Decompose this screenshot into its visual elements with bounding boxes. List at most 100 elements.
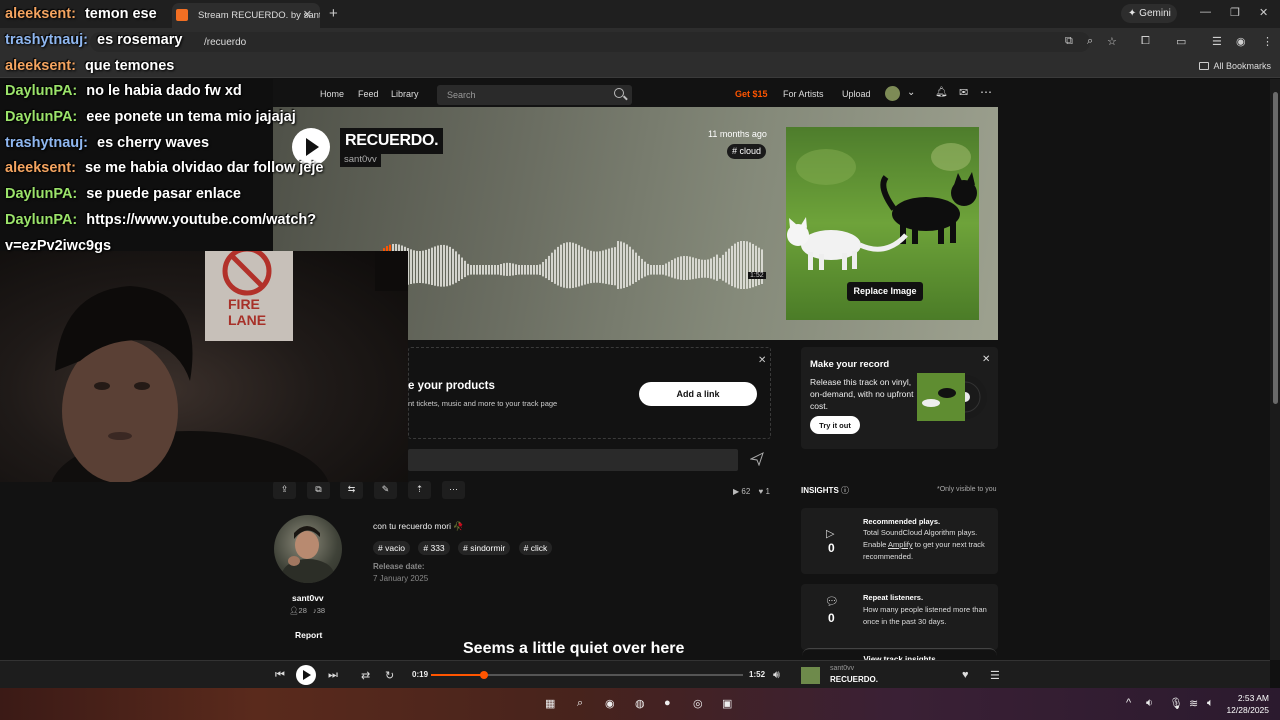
player-play-button[interactable] xyxy=(296,665,316,685)
search-input[interactable]: Search xyxy=(437,85,632,105)
track-artist[interactable]: sant0vv xyxy=(340,153,381,167)
progress-track[interactable] xyxy=(431,671,743,679)
close-window-icon[interactable]: ✕ xyxy=(1259,6,1268,19)
share-icon[interactable]: ⇪ xyxy=(273,481,296,499)
profile-icon[interactable]: ◉ xyxy=(1236,35,1246,48)
wifi-icon[interactable]: ≋ xyxy=(1189,697,1198,710)
waveform-bar xyxy=(542,261,544,277)
nav-home[interactable]: Home xyxy=(320,89,344,99)
tray-chevron-icon[interactable]: ^ xyxy=(1126,697,1131,709)
like-heart-icon[interactable]: ♥ xyxy=(962,669,969,681)
zoom-icon[interactable]: ⌕ xyxy=(1087,35,1093,48)
webcam-overlay: FIRE LANE xyxy=(0,251,408,482)
now-playing-title[interactable]: RECUERDO. xyxy=(830,675,878,684)
volume-tray-icon[interactable]: 🔈︎ xyxy=(1207,697,1214,710)
messages-icon[interactable]: ✉ xyxy=(959,86,968,99)
amplify-link[interactable]: Amplify xyxy=(888,540,913,549)
discord-icon[interactable]: ◍ xyxy=(635,697,645,710)
gemini-button[interactable]: ✦ Gemini xyxy=(1121,4,1177,23)
svg-text:LANE: LANE xyxy=(228,312,266,328)
genre-tag[interactable]: # cloud xyxy=(727,144,767,159)
edit-icon[interactable]: ✎ xyxy=(374,481,397,499)
waveform-bar xyxy=(476,265,478,275)
bookmark-star-icon[interactable]: ☆ xyxy=(1107,35,1117,48)
notifications-bell-icon[interactable]: 🔔︎ xyxy=(935,87,948,98)
progress-knob[interactable] xyxy=(480,671,489,679)
media-control-icon[interactable]: ☰ xyxy=(1212,35,1222,48)
tag-vacio[interactable]: # vacio xyxy=(373,541,410,555)
more-actions-icon[interactable]: ⋯ xyxy=(442,481,465,499)
tracks-count[interactable]: 38 xyxy=(317,606,325,615)
browser-menu-icon[interactable]: ⋮ xyxy=(1262,35,1273,48)
now-playing-artist[interactable]: sant0vv xyxy=(830,665,854,672)
minimize-icon[interactable]: — xyxy=(1200,6,1211,18)
amplify-icon[interactable]: ⇡ xyxy=(408,481,431,499)
for-artists-link[interactable]: For Artists xyxy=(783,89,824,99)
copy-link-icon[interactable]: ⧉ xyxy=(307,481,330,499)
more-menu-icon[interactable]: ⋯ xyxy=(980,85,992,99)
close-tab-icon[interactable]: ✕ xyxy=(303,8,312,21)
waveform-bar xyxy=(449,246,451,286)
install-app-icon[interactable]: ⧉ xyxy=(1065,35,1073,48)
upload-link[interactable]: Upload xyxy=(842,89,871,99)
spotify-icon[interactable]: ● xyxy=(664,697,671,709)
active-tab[interactable]: Stream RECUERDO. by sant0vv ✕ xyxy=(172,3,320,28)
volume-icon[interactable]: 🔊︎ xyxy=(773,669,780,682)
search-icon[interactable] xyxy=(614,88,624,98)
close-record-icon[interactable]: ✕ xyxy=(982,354,990,365)
mic-icon[interactable]: 🎙︎ xyxy=(1169,697,1183,710)
add-link-button[interactable]: Add a link xyxy=(639,382,757,406)
url-field[interactable]: /recuerdo xyxy=(90,32,1090,52)
nav-library[interactable]: Library xyxy=(391,89,419,99)
all-bookmarks-button[interactable]: All Bookmarks xyxy=(1199,61,1271,71)
chat-text: temon ese xyxy=(84,6,157,22)
waveform-bar xyxy=(653,265,655,275)
tag-click[interactable]: # click xyxy=(518,541,553,555)
repeat-icon[interactable]: ↻ xyxy=(385,669,394,682)
artist-avatar[interactable] xyxy=(274,515,342,583)
close-promo-icon[interactable]: ✕ xyxy=(758,355,766,366)
promo-title: e your products xyxy=(408,380,495,392)
maximize-icon[interactable]: ❐ xyxy=(1230,6,1240,19)
scrollbar-thumb[interactable] xyxy=(1273,92,1278,404)
user-avatar[interactable] xyxy=(885,86,900,101)
get-pro-link[interactable]: Get $15 xyxy=(735,89,768,99)
waveform[interactable] xyxy=(374,238,764,304)
info-icon[interactable]: ⓘ xyxy=(841,486,849,495)
tag-sindormir[interactable]: # sindormir xyxy=(458,541,511,555)
waveform-bar xyxy=(746,241,748,289)
previous-track-icon[interactable]: ⏮︎ xyxy=(275,669,285,682)
chevron-down-icon[interactable]: ⌄ xyxy=(907,87,915,98)
repost-icon[interactable]: ⇆ xyxy=(340,481,363,499)
tag-333[interactable]: # 333 xyxy=(418,541,450,555)
try-it-out-button[interactable]: Try it out xyxy=(810,416,860,434)
extensions-icon[interactable]: ⧠ xyxy=(1141,35,1150,48)
app-icon[interactable]: ▣ xyxy=(722,697,732,710)
queue-icon[interactable]: ☰ xyxy=(990,669,1000,682)
followers-count[interactable]: 28 xyxy=(299,606,307,615)
play-outline-icon: ▷ xyxy=(826,528,835,540)
new-tab-icon[interactable]: + xyxy=(329,5,338,22)
shuffle-icon[interactable]: ⇄ xyxy=(361,669,370,682)
report-button[interactable]: Report xyxy=(295,630,322,640)
soundcloud-header: Home Feed Library Search Get $15 For Art… xyxy=(273,83,998,106)
artist-name[interactable]: sant0vv xyxy=(292,593,324,603)
widgets-icon[interactable]: ▦ xyxy=(545,697,555,710)
send-comment-icon[interactable] xyxy=(750,452,764,466)
speaker-tray-icon[interactable]: 🔉︎ xyxy=(1146,697,1153,710)
search-taskbar-icon[interactable]: ⌕ xyxy=(577,697,583,710)
obs-icon[interactable]: ◎ xyxy=(693,697,703,710)
nav-feed[interactable]: Feed xyxy=(358,89,379,99)
waveform-bar xyxy=(509,262,511,276)
now-playing-cover[interactable] xyxy=(801,667,820,684)
chrome-icon[interactable]: ◉ xyxy=(605,697,615,710)
comment-input[interactable] xyxy=(408,449,738,471)
sidepanel-icon[interactable]: ▭ xyxy=(1176,35,1186,48)
replace-image-button[interactable]: Replace Image xyxy=(847,282,923,301)
recommended-plays-value: 0 xyxy=(828,541,835,555)
system-clock[interactable]: 2:53 AM 12/28/2025 xyxy=(1225,692,1269,716)
chat-text: se me habia olvidao dar follow jeje xyxy=(84,160,324,176)
waveform-bar xyxy=(596,251,598,283)
next-track-icon[interactable]: ⏭︎ xyxy=(328,669,338,682)
waveform-bar xyxy=(452,248,454,285)
